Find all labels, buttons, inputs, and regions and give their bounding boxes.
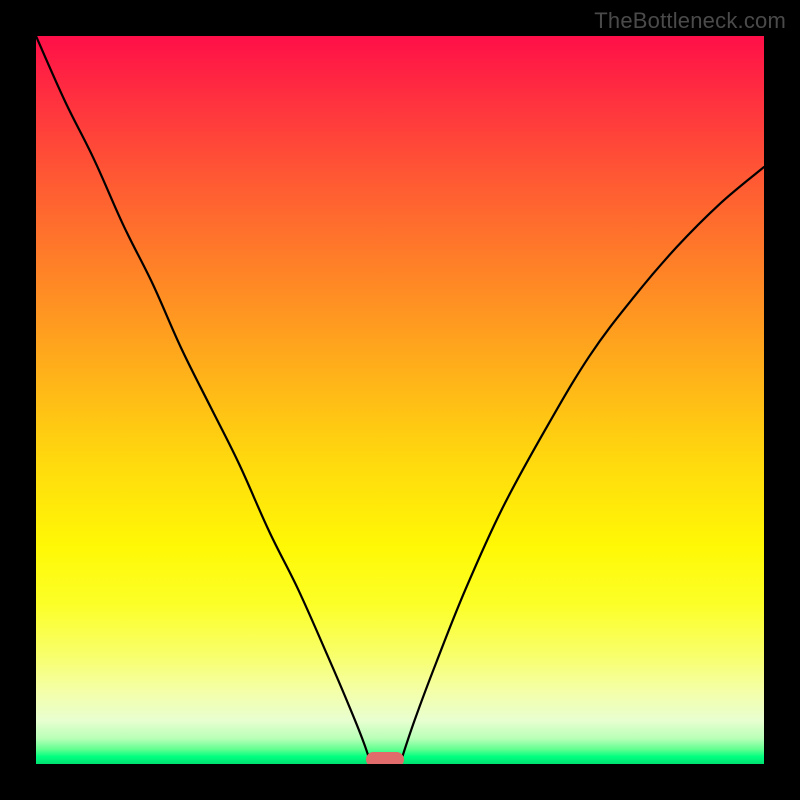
curve-left-branch [36, 36, 371, 764]
watermark-text: TheBottleneck.com [594, 8, 786, 34]
plot-area [36, 36, 764, 764]
minimum-marker [366, 752, 404, 764]
curve-right-branch [400, 167, 764, 764]
bottleneck-curve [36, 36, 764, 764]
chart-frame: TheBottleneck.com [0, 0, 800, 800]
